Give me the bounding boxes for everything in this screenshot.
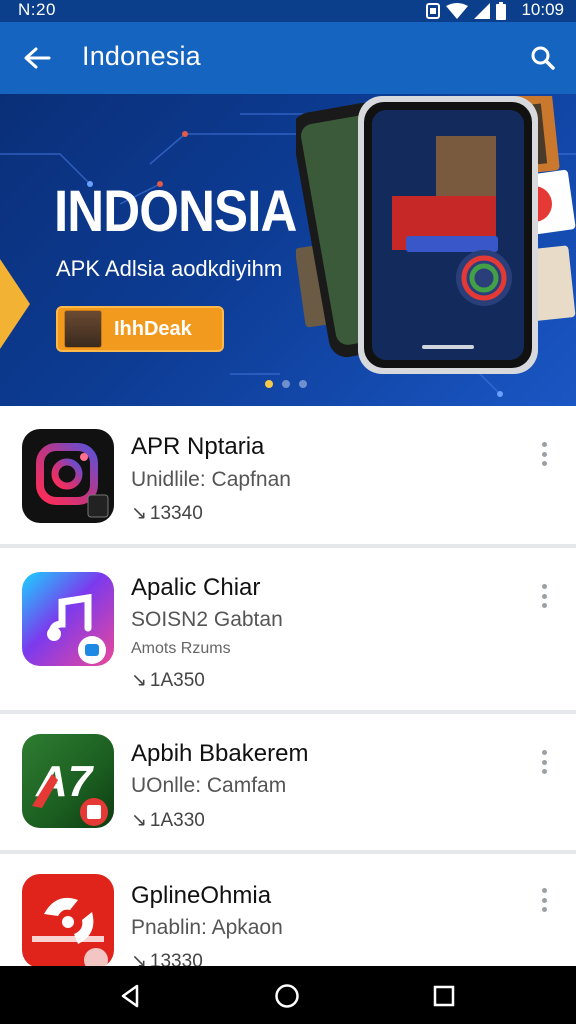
app-name: APR Nptaria xyxy=(131,433,265,460)
list-item[interactable]: GplineOhmia Pnablin: Apkaon ↘ 13330 xyxy=(0,854,576,972)
music-note-icon xyxy=(47,593,106,664)
system-nav-bar xyxy=(0,966,576,1024)
more-options-button[interactable] xyxy=(534,746,554,778)
battery-icon xyxy=(496,2,506,20)
pager-dot[interactable] xyxy=(299,380,307,388)
promo-banner[interactable]: INDONSIA APK Adlsia aodkdiyihm IhhDeak xyxy=(0,94,576,406)
app-subtitle: UOnlle: Camfam xyxy=(131,774,287,797)
app-name: Apalic Chiar xyxy=(131,574,261,601)
app-icon xyxy=(22,874,114,968)
app-bar: Indonesia xyxy=(0,22,576,94)
banner-subline: APK Adlsia aodkdiyihm xyxy=(56,256,283,281)
carousel-pager xyxy=(265,380,307,388)
carrier-label: N:20 xyxy=(18,0,56,19)
list-item[interactable]: APR Nptaria Unidlile: Capfnan ↘ 13340 xyxy=(0,406,576,548)
app-icon xyxy=(22,572,114,666)
more-options-button[interactable] xyxy=(534,438,554,470)
clock: 10:09 xyxy=(521,0,564,19)
download-icon: ↘ xyxy=(131,670,147,691)
sim-icon xyxy=(426,3,440,19)
nav-home-button[interactable] xyxy=(271,980,303,1012)
search-button[interactable] xyxy=(526,40,560,76)
download-count: ↘ 1A350 xyxy=(131,669,205,692)
camera-icon xyxy=(36,443,109,518)
list-item[interactable]: A7 Apbih Bbakerem UOnlle: Camfam ↘ 1A330 xyxy=(0,714,576,854)
decorative-triangle xyxy=(0,214,30,394)
nav-recents-button[interactable] xyxy=(428,980,460,1012)
banner-cta-button[interactable]: IhhDeak xyxy=(56,306,224,352)
search-icon xyxy=(531,46,555,70)
download-icon: ↘ xyxy=(131,503,147,524)
recents-square-icon xyxy=(433,985,455,1007)
app-subtitle: SOISN2 Gabtan xyxy=(131,608,283,631)
download-count: ↘ 13340 xyxy=(131,502,203,525)
download-icon: ↘ xyxy=(131,810,147,831)
app-name: Apbih Bbakerem xyxy=(131,740,309,767)
wifi-icon xyxy=(446,3,468,19)
more-options-button[interactable] xyxy=(534,580,554,612)
logo-icon: A7 xyxy=(32,757,108,826)
list-item[interactable]: Apalic Chiar SOISN2 Gabtan Amots Rzums ↘… xyxy=(0,548,576,714)
page-title: Indonesia xyxy=(82,41,201,71)
status-icons xyxy=(426,2,506,20)
app-icon xyxy=(22,429,114,523)
signal-icon xyxy=(474,3,490,19)
puzzle-icon xyxy=(32,897,108,968)
cta-label: IhhDeak xyxy=(114,317,192,340)
home-circle-icon xyxy=(275,984,299,1008)
phones-illustration xyxy=(296,96,576,374)
download-count: ↘ 1A330 xyxy=(131,809,205,832)
app-subtitle: Unidlile: Capfnan xyxy=(131,468,291,491)
more-options-button[interactable] xyxy=(534,884,554,916)
nav-back-button[interactable] xyxy=(114,980,146,1012)
app-subtitle: Pnablin: Apkaon xyxy=(131,916,283,939)
app-name: GplineOhmia xyxy=(131,882,272,909)
app-icon: A7 xyxy=(22,734,114,828)
pager-dot[interactable] xyxy=(282,380,290,388)
back-triangle-icon xyxy=(121,984,139,1008)
arrow-left-icon xyxy=(24,47,51,69)
back-button[interactable] xyxy=(20,40,54,76)
app-category: Amots Rzums xyxy=(131,640,231,657)
status-bar: N:20 10:09 xyxy=(0,0,576,22)
banner-headline: INDONSIA xyxy=(54,179,297,244)
avatar xyxy=(64,310,102,348)
pager-dot[interactable] xyxy=(265,380,273,388)
